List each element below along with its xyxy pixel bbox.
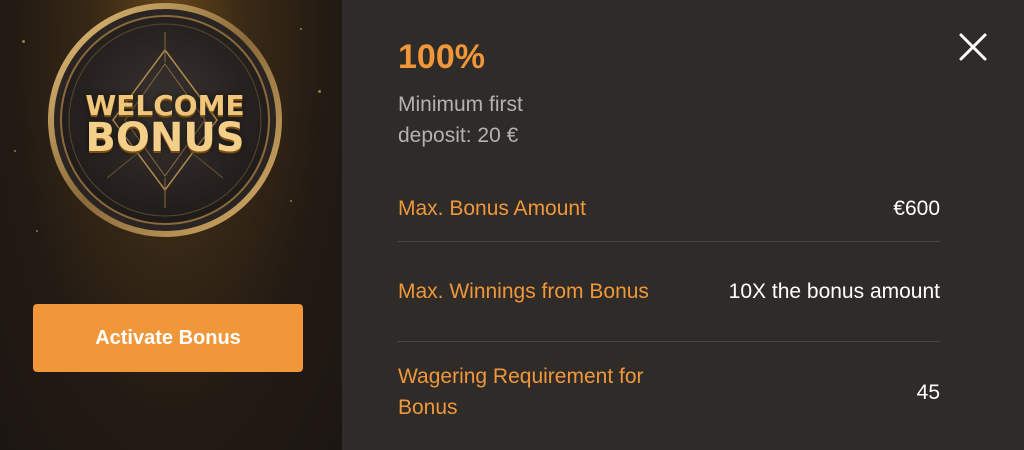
bonus-percent: 100%: [398, 38, 485, 76]
bonus-modal: WELCOME BONUS Activate Bonus 100% Minimu…: [0, 0, 1024, 450]
sparkle-decoration: [290, 200, 292, 202]
term-row-wagering: Wagering Requirement for Bonus 45: [398, 342, 940, 442]
sparkle-decoration: [22, 40, 25, 43]
minimum-deposit-text: Minimum first deposit: 20 €: [398, 93, 523, 147]
term-label: Max. Bonus Amount: [398, 197, 586, 220]
sparkle-decoration: [14, 150, 16, 152]
sparkle-decoration: [36, 230, 38, 232]
term-value: 45: [916, 380, 940, 404]
welcome-bonus-badge: WELCOME BONUS: [47, 2, 283, 238]
bonus-terms-list: Max. Bonus Amount €600 Max. Winnings fro…: [398, 176, 940, 442]
term-row-max-bonus: Max. Bonus Amount €600: [398, 176, 940, 242]
term-label: Max. Winnings from Bonus: [398, 280, 649, 303]
term-value: €600: [893, 197, 940, 220]
sparkle-decoration: [300, 28, 302, 30]
bonus-details-panel: 100% Minimum first deposit: 20 € Max. Bo…: [342, 0, 1024, 450]
activate-bonus-button[interactable]: Activate Bonus: [33, 304, 303, 372]
sparkle-decoration: [318, 90, 321, 93]
close-button[interactable]: [958, 32, 988, 62]
term-label: Wagering Requirement for Bonus: [398, 365, 644, 419]
badge-title-line2: BONUS: [85, 115, 245, 161]
promo-panel: WELCOME BONUS Activate Bonus: [0, 0, 342, 450]
term-row-max-winnings: Max. Winnings from Bonus 10X the bonus a…: [398, 242, 940, 342]
term-value: 10X the bonus amount: [728, 280, 940, 303]
close-icon: [959, 33, 987, 61]
